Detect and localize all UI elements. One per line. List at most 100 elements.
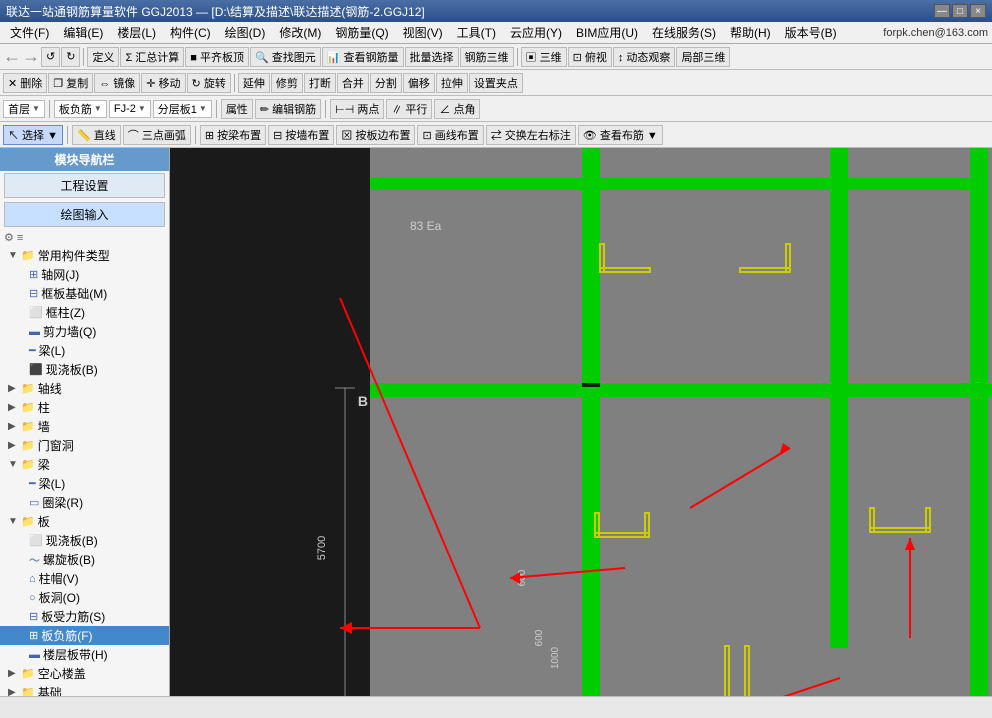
- tree-item-cast-slab[interactable]: ⬜ 现浇板(B): [0, 531, 169, 550]
- main-layout: 模块导航栏 工程设置 绘图输入 ⚙ ≡ ▼ 📁 常用构件类型 ⊞ 轴网(J) ⊟: [0, 148, 992, 696]
- menu-help[interactable]: 帮助(H): [724, 22, 777, 43]
- rebar3d-button[interactable]: 钢筋三维: [460, 47, 514, 67]
- by-beam-button[interactable]: ⊞ 按梁布置: [200, 125, 266, 145]
- view-rebar-dist-button[interactable]: 👁 查看布筋 ▼: [578, 125, 663, 145]
- top-view-button[interactable]: ⊡ 俯视: [568, 47, 612, 67]
- menu-modify[interactable]: 修改(M): [273, 22, 327, 43]
- tree-item-castslab[interactable]: ⬛ 现浇板(B): [0, 360, 169, 379]
- break-button[interactable]: 打断: [304, 73, 336, 93]
- tree-item-slab-group[interactable]: ▼ 📁 板: [0, 512, 169, 531]
- tree-item-column[interactable]: ⬜ 框柱(Z): [0, 303, 169, 322]
- canvas-area[interactable]: 5700 600 600 1000 600 B A: [170, 148, 992, 696]
- menu-version[interactable]: 版本号(B): [779, 22, 843, 43]
- tree-item-foundation[interactable]: ⊟ 框板基础(M): [0, 284, 169, 303]
- define-button[interactable]: 定义: [87, 47, 119, 67]
- menu-view[interactable]: 视图(V): [397, 22, 449, 43]
- redo-button[interactable]: ↻: [61, 47, 80, 67]
- menu-online[interactable]: 在线服务(S): [646, 22, 722, 43]
- select-tool[interactable]: ↖ 选择 ▼: [3, 125, 63, 145]
- menu-cloud[interactable]: 云应用(Y): [504, 22, 568, 43]
- member-arrow: ▼: [94, 104, 102, 113]
- tree-item-slab-hole[interactable]: ○ 板洞(O): [0, 588, 169, 607]
- view-rebar-button[interactable]: 📊 查看钢筋量: [322, 47, 404, 67]
- floor-label: 首层: [8, 101, 30, 117]
- tree-item-foundation-group[interactable]: ▶ 📁 基础: [0, 683, 169, 696]
- tree-item-axis[interactable]: ▶ 📁 轴线: [0, 379, 169, 398]
- menu-member[interactable]: 构件(C): [164, 22, 217, 43]
- separator2: [517, 48, 518, 66]
- tree-item-common[interactable]: ▼ 📁 常用构件类型: [0, 246, 169, 265]
- rotate-button[interactable]: ↻ 旋转: [187, 73, 231, 93]
- sep4: [49, 100, 50, 118]
- menu-rebar[interactable]: 钢筋量(Q): [329, 22, 394, 43]
- tree-item-door-window[interactable]: ▶ 📁 门窗洞: [0, 436, 169, 455]
- extend-button[interactable]: 延伸: [238, 73, 270, 93]
- tree-item-beam[interactable]: ━ 梁(L): [0, 341, 169, 360]
- layer-selector[interactable]: 分层板1 ▼: [153, 100, 212, 118]
- minimize-button[interactable]: —: [934, 4, 950, 18]
- project-settings-button[interactable]: 工程设置: [4, 173, 165, 198]
- offset-button[interactable]: 偏移: [403, 73, 435, 93]
- menu-floor[interactable]: 楼层(L): [111, 22, 162, 43]
- maximize-button[interactable]: □: [952, 4, 968, 18]
- menu-tools[interactable]: 工具(T): [451, 22, 502, 43]
- local-3d-button[interactable]: 局部三维: [676, 47, 730, 67]
- trim-button[interactable]: 修剪: [271, 73, 303, 93]
- floor-selector[interactable]: 首层 ▼: [3, 100, 45, 118]
- drawing-input-button[interactable]: 绘图输入: [4, 202, 165, 227]
- back-button[interactable]: ←: [3, 46, 21, 67]
- forward-button[interactable]: →: [22, 46, 40, 67]
- by-wall-button[interactable]: ⊟ 按墙布置: [268, 125, 334, 145]
- menu-edit[interactable]: 编辑(E): [57, 22, 109, 43]
- point-angle-button[interactable]: ∠ 点角: [434, 99, 480, 119]
- tree-item-ring-beam[interactable]: ▭ 圈梁(R): [0, 493, 169, 512]
- sidebar-subtitle: ⚙ ≡: [0, 229, 169, 246]
- sep7: [67, 126, 68, 144]
- tree-item-slab-rebar[interactable]: ⊟ 板受力筋(S): [0, 607, 169, 626]
- menu-bim[interactable]: BIM应用(U): [570, 22, 644, 43]
- tree-item-beam-l[interactable]: ━ 梁(L): [0, 474, 169, 493]
- sigma-button[interactable]: Σ 汇总计算: [120, 47, 184, 67]
- find-button[interactable]: 🔍 查找图元: [250, 47, 321, 67]
- tree-item-col-group[interactable]: ▶ 📁 柱: [0, 398, 169, 417]
- two-point-button[interactable]: ⊢⊣ 两点: [330, 99, 384, 119]
- tree-item-spiral-slab[interactable]: 〜 螺旋板(B): [0, 550, 169, 569]
- line-tool[interactable]: 📏 直线: [72, 125, 121, 145]
- delete-button[interactable]: ✕ 删除: [3, 73, 47, 93]
- arc-tool[interactable]: ⌒ 三点画弧: [123, 125, 191, 145]
- tree-item-shearwall[interactable]: ▬ 剪力墙(Q): [0, 322, 169, 341]
- tree-item-floor-strip[interactable]: ▬ 楼层板带(H): [0, 645, 169, 664]
- tree-item-beam-group[interactable]: ▼ 📁 梁: [0, 455, 169, 474]
- line-layout-button[interactable]: ⊡ 画线布置: [417, 125, 483, 145]
- grip-button[interactable]: 设置夹点: [469, 73, 523, 93]
- copy-button[interactable]: ❐ 复制: [48, 73, 93, 93]
- member-selector[interactable]: 板负筋 ▼: [54, 100, 107, 118]
- edit-rebar-button[interactable]: ✏ 编辑钢筋: [255, 99, 321, 119]
- stretch-button[interactable]: 拉伸: [436, 73, 468, 93]
- sep6: [325, 100, 326, 118]
- tree-item-grid[interactable]: ⊞ 轴网(J): [0, 265, 169, 284]
- parallel-button[interactable]: ∥ 平行: [386, 99, 432, 119]
- tree-item-wall-group[interactable]: ▶ 📁 墙: [0, 417, 169, 436]
- type-selector[interactable]: FJ-2 ▼: [109, 100, 151, 118]
- 3d-button[interactable]: ▣ 三维: [521, 47, 567, 67]
- batch-select-button[interactable]: 批量选择: [405, 47, 459, 67]
- tree-item-slab-neg-rebar[interactable]: ⊞ 板负筋(F): [0, 626, 169, 645]
- dynamic-view-button[interactable]: ↕ 动态观察: [613, 47, 676, 67]
- swap-label-button[interactable]: ⇄ 交换左右标注: [486, 125, 576, 145]
- mirror-button[interactable]: ⇔ 镜像: [94, 73, 140, 93]
- move-button[interactable]: ✛ 移动: [141, 73, 185, 93]
- merge-button[interactable]: 合并: [337, 73, 369, 93]
- by-edge-button[interactable]: ⊠ 按板边布置: [336, 125, 415, 145]
- sidebar-tree: ▼ 📁 常用构件类型 ⊞ 轴网(J) ⊟ 框板基础(M) ⬜ 框柱(Z): [0, 246, 169, 696]
- property-button[interactable]: 属性: [221, 99, 253, 119]
- tree-item-col-cap[interactable]: ⌂ 柱帽(V): [0, 569, 169, 588]
- split-button[interactable]: 分割: [370, 73, 402, 93]
- tree-item-hollow-slab[interactable]: ▶ 📁 空心楼盖: [0, 664, 169, 683]
- menu-draw[interactable]: 绘图(D): [219, 22, 272, 43]
- menu-file[interactable]: 文件(F): [4, 22, 55, 43]
- sep5: [216, 100, 217, 118]
- align-top-button[interactable]: ■ 平齐板顶: [185, 47, 249, 67]
- close-button[interactable]: ×: [970, 4, 986, 18]
- undo-button[interactable]: ↺: [41, 47, 60, 67]
